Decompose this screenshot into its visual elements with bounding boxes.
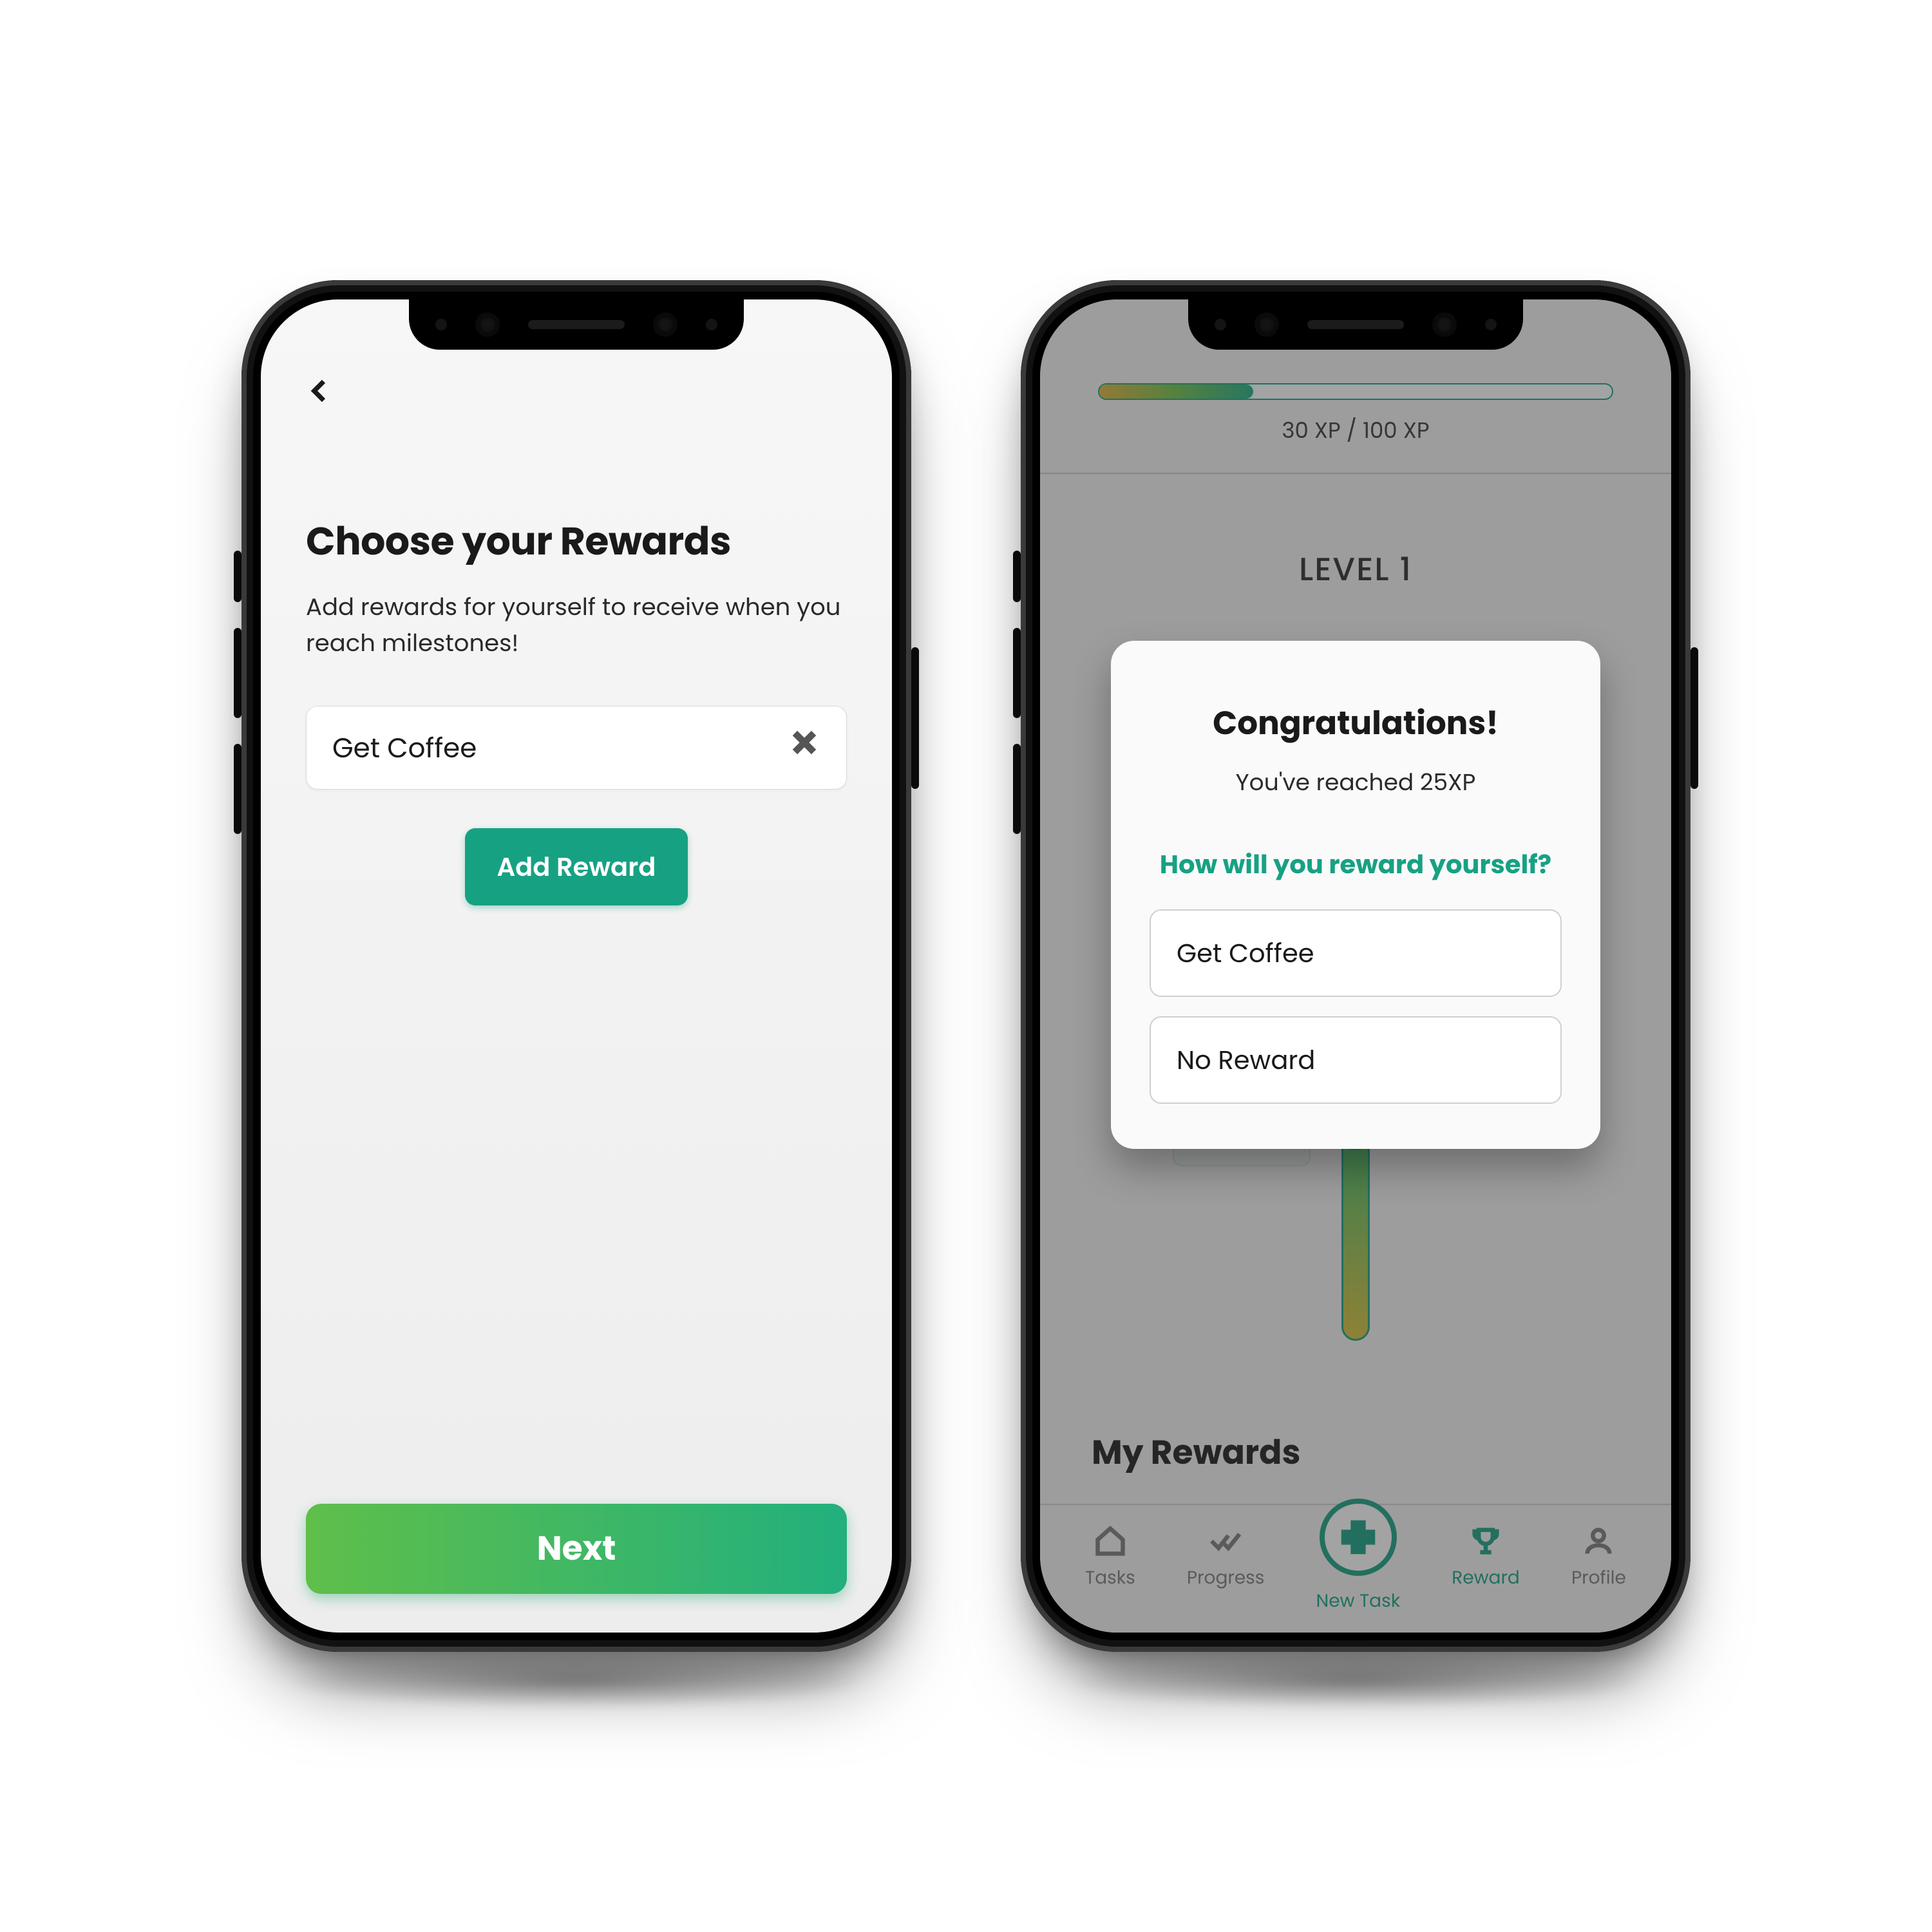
power-button <box>911 647 919 789</box>
phone-notch <box>409 299 744 350</box>
modal-title: Congratulations! <box>1150 699 1562 748</box>
volume-mute-button <box>234 551 242 602</box>
phone-notch <box>1188 299 1523 350</box>
phone-mockup-right: 30 XP / 100 XP LEVEL 1 25 XP Coffee My R… <box>1021 280 1690 1652</box>
volume-up-button <box>1013 628 1021 718</box>
volume-down-button <box>1013 744 1021 834</box>
page-title: Choose your Rewards <box>306 512 847 570</box>
power-button <box>1690 647 1698 789</box>
modal-option-get-coffee[interactable]: Get Coffee <box>1150 909 1562 997</box>
volume-mute-button <box>1013 551 1021 602</box>
add-reward-button[interactable]: Add Reward <box>465 828 688 905</box>
clear-icon[interactable] <box>788 726 820 770</box>
screen-choose-rewards: Choose your Rewards Add rewards for your… <box>261 299 892 1633</box>
screen-rewards-progress: 30 XP / 100 XP LEVEL 1 25 XP Coffee My R… <box>1040 299 1671 1633</box>
volume-up-button <box>234 628 242 718</box>
modal-question: How will you reward yourself? <box>1150 845 1562 884</box>
next-button[interactable]: Next <box>306 1504 847 1594</box>
reward-input-value: Get Coffee <box>332 728 477 768</box>
congrats-modal: Congratulations! You've reached 25XP How… <box>1111 641 1600 1149</box>
phone-mockup-left: Choose your Rewards Add rewards for your… <box>242 280 911 1652</box>
modal-subtitle: You've reached 25XP <box>1150 764 1562 800</box>
page-subtitle: Add rewards for yourself to receive when… <box>306 589 847 661</box>
volume-down-button <box>234 744 242 834</box>
reward-input[interactable]: Get Coffee <box>306 706 847 790</box>
modal-option-no-reward[interactable]: No Reward <box>1150 1016 1562 1104</box>
back-icon[interactable] <box>306 394 334 409</box>
